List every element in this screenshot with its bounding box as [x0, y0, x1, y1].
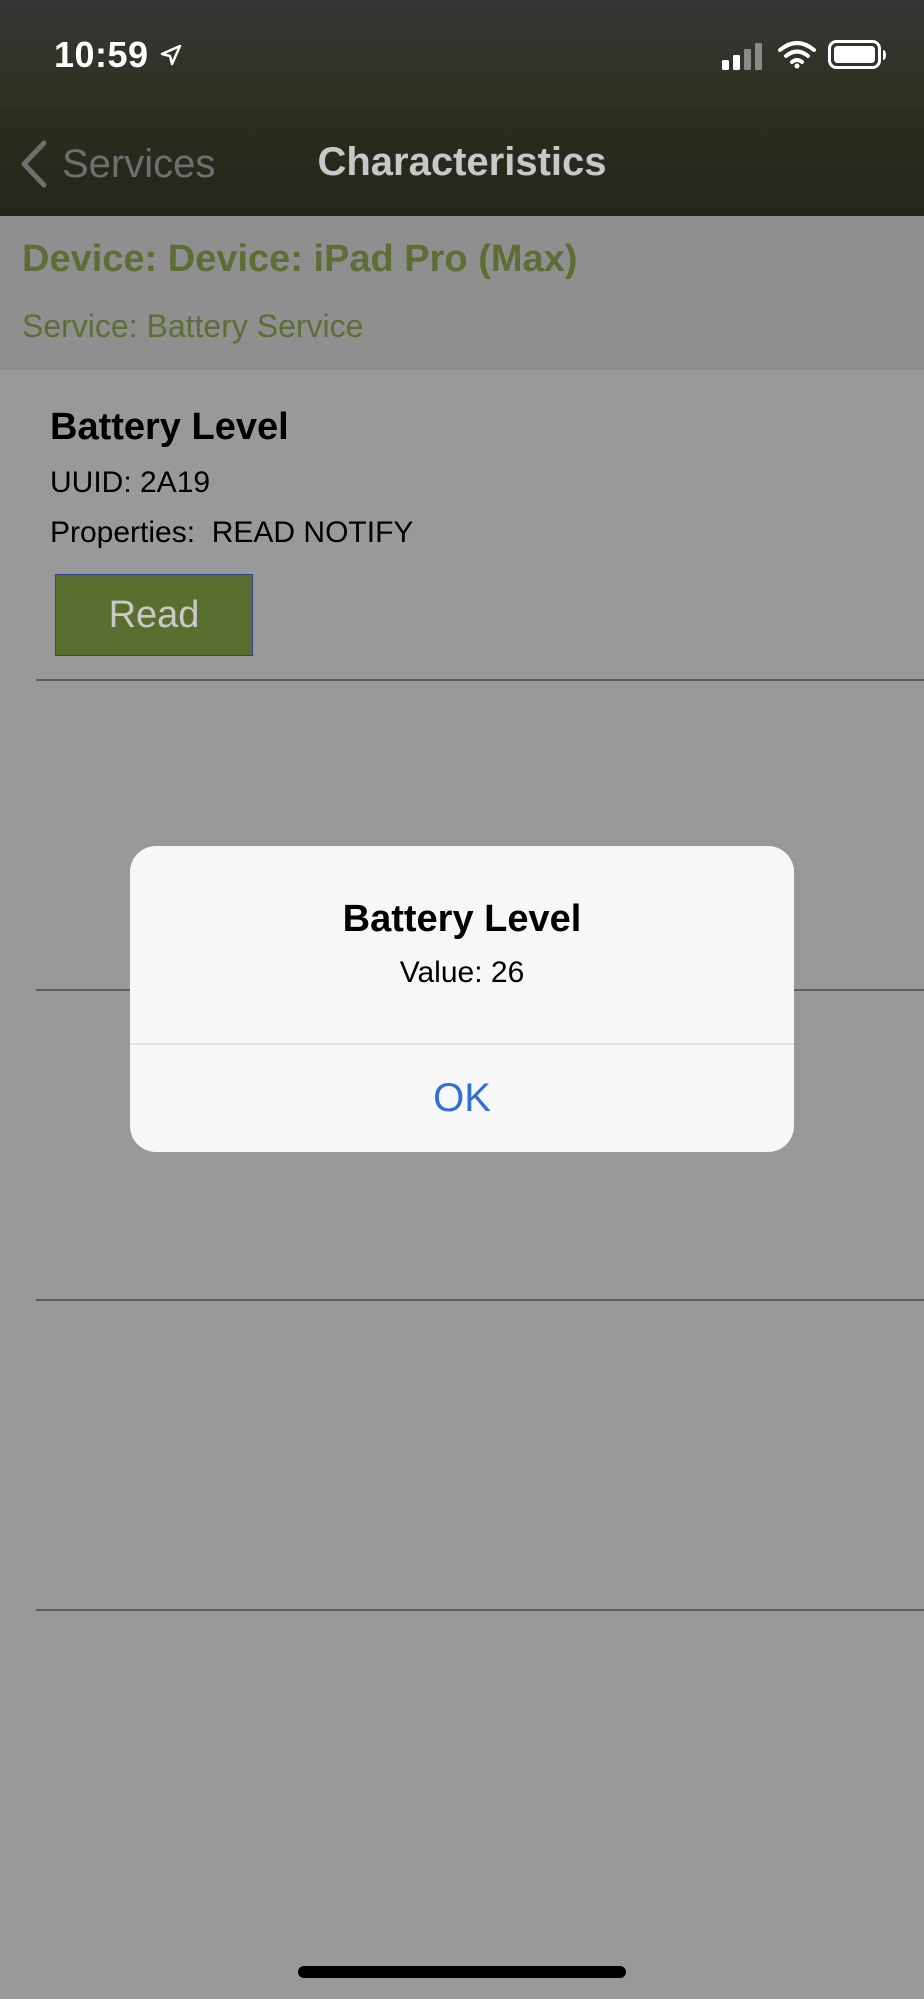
alert-message: Value: 26 — [399, 956, 525, 989]
device-name: Device: Device: iPad Pro (Max) — [22, 238, 578, 280]
location-arrow-icon — [160, 44, 182, 66]
service-name: Service: Battery Service — [22, 308, 364, 344]
characteristic-properties: Properties: READ NOTIFY — [50, 516, 414, 549]
characteristic-uuid: UUID: 2A19 — [50, 466, 211, 499]
alert-dialog: Battery Level Value: 26 OK — [130, 846, 794, 1152]
cellular-signal-icon — [722, 43, 762, 70]
characteristic-cell: Battery Level UUID: 2A19 Properties: REA… — [0, 370, 924, 680]
status-time: 10:59 — [54, 34, 149, 75]
row-separator — [36, 1299, 924, 1301]
alert-title: Battery Level — [342, 898, 582, 940]
row-separator — [36, 679, 924, 681]
row-separator — [36, 1609, 924, 1611]
ok-button[interactable]: OK — [130, 1045, 794, 1152]
characteristic-name: Battery Level — [50, 406, 289, 448]
page-title: Characteristics — [317, 140, 607, 184]
wifi-icon — [778, 41, 816, 69]
status-bar: 10:59 — [0, 0, 924, 110]
battery-icon — [828, 40, 886, 69]
home-indicator[interactable] — [298, 1966, 626, 1978]
device-info-header: Device: Device: iPad Pro (Max) Service: … — [0, 216, 924, 370]
navigation-bar: Services Characteristics — [0, 110, 924, 216]
read-button[interactable]: Read — [55, 574, 253, 656]
